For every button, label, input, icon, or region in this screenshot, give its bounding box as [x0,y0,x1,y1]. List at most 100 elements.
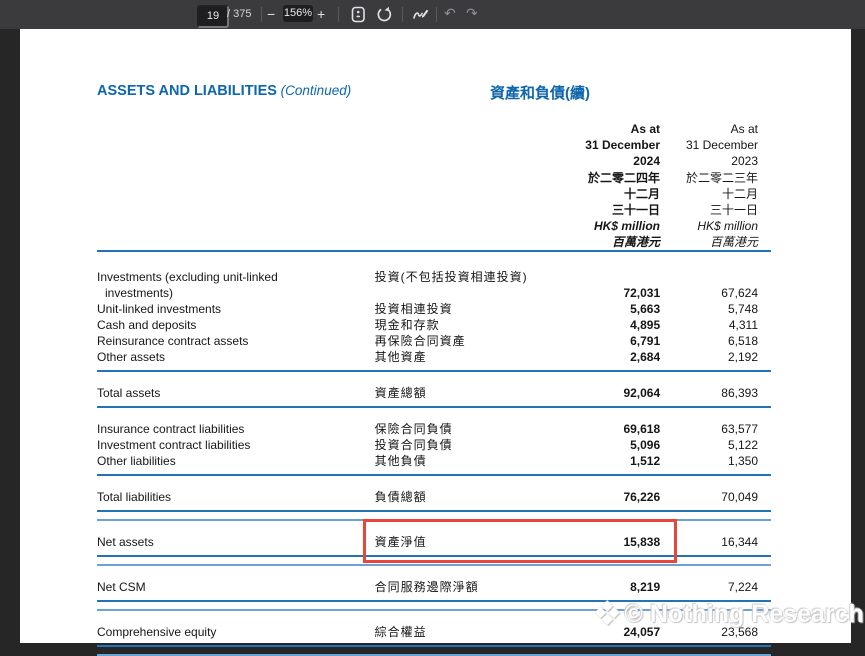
row-label-zh: 投資相連投資 [375,301,541,317]
toolbar-divider [338,7,339,22]
row-value-2024: 72,031 [540,285,660,301]
row-value-2024: 76,226 [540,489,660,505]
row-value-2023: 1,350 [660,453,771,469]
row-value-2023: 86,393 [660,385,771,401]
header-line: 十二月 [585,186,660,202]
row-label-zh: 現金和存款 [375,317,541,333]
row-value-2024: 4,895 [540,317,660,333]
section-heading-suffix: (Continued) [277,83,351,98]
row-label-en: Cash and deposits [97,317,375,333]
table-rule [97,474,771,476]
row-label-en: Total assets [97,385,375,401]
toolbar-divider [261,7,262,22]
row-label-zh: 投資合同負債 [375,437,541,453]
table-row: Other liabilities其他負債1,5121,350 [97,453,771,469]
row-label-en: Net assets [97,534,375,550]
page-number-input[interactable] [197,5,229,28]
undo-icon[interactable]: ↶ [444,5,456,22]
section-heading: ASSETS AND LIABILITIES (Continued) [97,82,351,100]
row-label-zh: 綜合權益 [375,624,541,640]
annotate-pen-icon[interactable] [412,5,428,22]
table-row: Reinsurance contract assets再保險合同資產6,7916… [97,333,771,349]
pdf-toolbar: / 375 − 156% + ↶ ↷ [0,0,865,29]
watermark: ❖ © Nothing Research [592,597,864,631]
row-label-zh: 其他負債 [375,453,541,469]
toolbar-divider [402,7,403,22]
redo-icon[interactable]: ↷ [466,5,478,22]
row-value-2024: 8,219 [540,579,660,595]
table-row: Unit-linked investments投資相連投資5,6635,748 [97,301,771,317]
row-value-2024: 92,064 [540,385,660,401]
zoom-in-button[interactable]: + [317,6,325,22]
row-value-2024: 69,618 [540,421,660,437]
pdf-page: ASSETS AND LIABILITIES (Continued) 資產和負債… [20,29,851,643]
row-label-en: Unit-linked investments [97,301,375,317]
watermark-text: © Nothing Research [624,600,863,629]
row-label-zh: 再保險合同資產 [375,333,541,349]
row-value-2024: 2,684 [540,349,660,365]
table-rule [97,645,771,656]
row-value-2023: 4,311 [660,317,771,333]
header-line: As at [686,121,758,137]
row-value-2023: 63,577 [660,421,771,437]
header-line: 2024 [585,153,660,169]
row-label-zh: 資產淨值 [375,534,541,550]
row-label-en: Comprehensive equity [97,624,375,640]
row-value-2024: 6,791 [540,333,660,349]
row-label-zh: 負債總額 [375,489,541,505]
table-rule [97,510,771,521]
row-label-en: Other liabilities [97,453,375,469]
row-label-zh: 資產總額 [375,385,541,401]
header-line: 十二月 [686,186,758,202]
table-row: Total liabilities負債總額76,22670,049 [97,489,771,505]
row-label-en: Investment contract liabilities [97,437,375,453]
toolbar-divider [436,7,437,22]
row-value-2023: 70,049 [660,489,771,505]
rotate-icon[interactable] [376,6,392,23]
table-row: Net CSM合同服務邊際淨額8,2197,224 [97,579,771,595]
row-value-2023: 67,624 [660,285,771,301]
table-rule [97,406,771,408]
section-heading-en: ASSETS AND LIABILITIES [97,83,277,99]
zoom-level-value[interactable]: 156% [283,5,313,22]
row-label-zh: 其他資產 [375,349,541,365]
table-row: Insurance contract liabilities保險合同負債69,6… [97,421,771,437]
column-header-2023: As at 31 December 2023 於二零二三年 十二月 三十一日 H… [686,121,758,251]
row-label-zh: 投資(不包括投資相連投資) [375,269,541,285]
row-label-en: Investments (excluding unit-linkedinvest… [97,269,375,301]
table-row: Investment contract liabilities投資合同負債5,0… [97,437,771,453]
row-value-2023: 5,122 [660,437,771,453]
section-heading-zh: 資產和負債(續) [490,82,590,103]
page-total-label: / 375 [227,7,251,22]
zoom-out-button[interactable]: − [267,6,275,22]
row-value-2023: 6,518 [660,333,771,349]
header-line: 2023 [686,153,758,169]
row-value-2023: 7,224 [660,579,771,595]
row-label-en: Insurance contract liabilities [97,421,375,437]
row-value-2024: 5,663 [540,301,660,317]
header-line: 三十一日 [686,202,758,218]
fit-page-icon[interactable] [351,6,367,23]
header-line: 於二零二四年 [585,170,660,186]
header-rule [97,250,771,252]
row-label-en: Reinsurance contract assets [97,333,375,349]
header-line: HK$ million [686,218,758,234]
row-value-2024: 15,838 [540,534,660,550]
header-line: 百萬港元 [585,234,660,250]
row-value-2023: 16,344 [660,534,771,550]
column-header-2024: As at 31 December 2024 於二零二四年 十二月 三十一日 H… [585,121,660,251]
row-label-en: Total liabilities [97,489,375,505]
header-line: 三十一日 [585,202,660,218]
header-line: As at [585,121,660,137]
row-value-2024: 5,096 [540,437,660,453]
row-label-en: Other assets [97,349,375,365]
row-label-zh: 合同服務邊際淨額 [375,579,541,595]
row-value-2023: 5,748 [660,301,771,317]
header-line: 於二零二三年 [686,170,758,186]
header-line: 31 December [585,137,660,153]
watermark-logo-icon: ❖ [592,597,622,631]
row-label-zh: 保險合同負債 [375,421,541,437]
table-row: Cash and deposits現金和存款4,8954,311 [97,317,771,333]
table-row: Other assets其他資產2,6842,192 [97,349,771,365]
table-row: Investments (excluding unit-linkedinvest… [97,269,771,301]
